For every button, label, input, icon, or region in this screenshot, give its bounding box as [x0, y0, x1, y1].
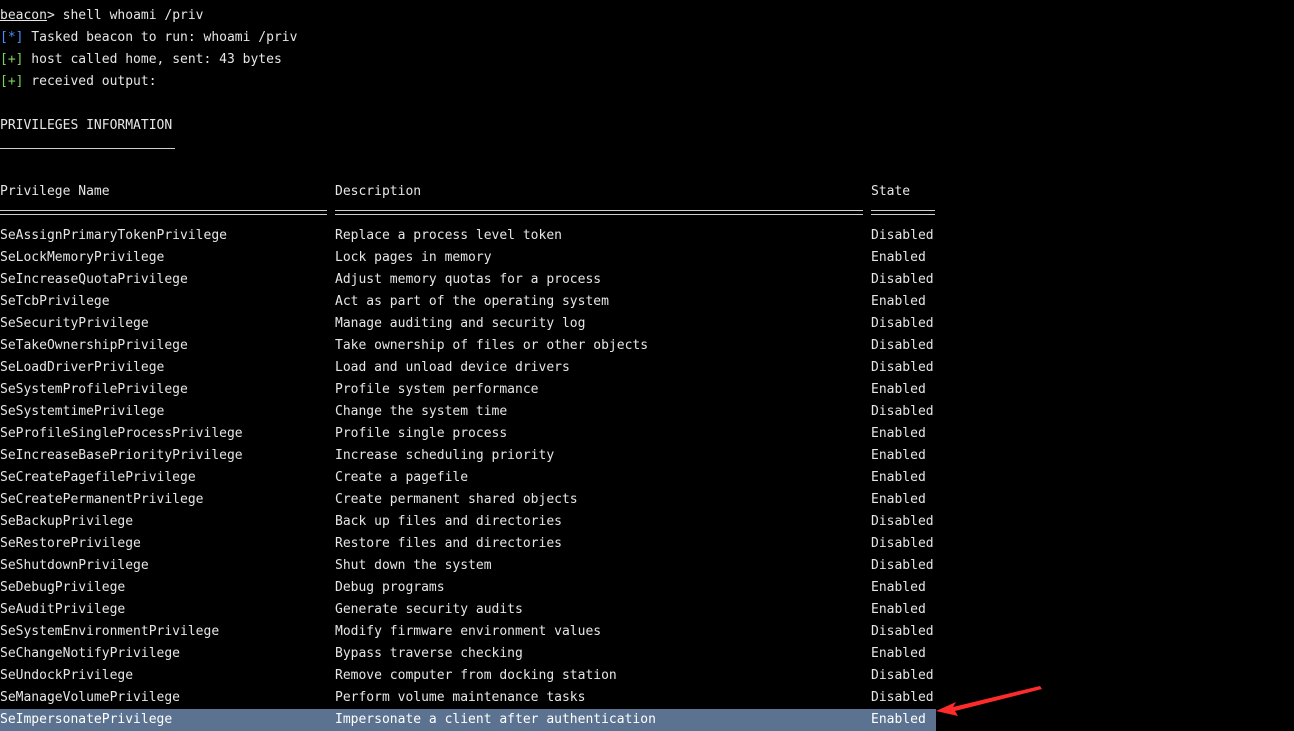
privilege-name: SeDebugPrivilege — [0, 580, 126, 595]
privilege-state: Disabled — [871, 316, 934, 331]
header-state: State — [871, 184, 911, 199]
privilege-description: Increase scheduling priority — [335, 448, 555, 463]
privilege-description: Bypass traverse checking — [335, 646, 523, 661]
header-description: Description — [335, 184, 422, 199]
privilege-state: Enabled — [871, 448, 926, 463]
privilege-name: SeCreatePermanentPrivilege — [0, 492, 204, 507]
privilege-state: Enabled — [871, 602, 926, 617]
privilege-state: Disabled — [871, 536, 934, 551]
output-line-tasked: [*] Tasked beacon to run: whoami /priv — [0, 27, 297, 49]
privilege-name: SeAuditPrivilege — [0, 602, 126, 617]
header-rule-name — [0, 210, 327, 215]
privilege-state: Disabled — [871, 690, 934, 705]
privilege-description: Profile system performance — [335, 382, 539, 397]
prompt-symbol: > — [46, 8, 55, 23]
privilege-state: Disabled — [871, 272, 934, 287]
privilege-state: Disabled — [871, 624, 934, 639]
privilege-name: SeRestorePrivilege — [0, 536, 141, 551]
command-line: beacon> shell whoami /priv — [0, 5, 204, 27]
privilege-description: Profile single process — [335, 426, 508, 441]
privilege-name: SeBackupPrivilege — [0, 514, 134, 529]
privilege-description: Create a pagefile — [335, 470, 469, 485]
privilege-name: SeShutdownPrivilege — [0, 558, 149, 573]
privilege-description: Perform volume maintenance tasks — [335, 690, 586, 705]
privilege-name: SeLoadDriverPrivilege — [0, 360, 165, 375]
privilege-description: Modify firmware environment values — [335, 624, 602, 639]
privilege-state: Disabled — [871, 514, 934, 529]
header-rule-state — [871, 210, 935, 215]
privilege-name: SeIncreaseQuotaPrivilege — [0, 272, 188, 287]
privilege-name: SeChangeNotifyPrivilege — [0, 646, 181, 661]
privilege-description: Back up files and directories — [335, 514, 562, 529]
privilege-state: Disabled — [871, 228, 934, 243]
privilege-name: SeTakeOwnershipPrivilege — [0, 338, 188, 353]
section-title: PRIVILEGES INFORMATION — [0, 118, 173, 133]
privilege-name: SeIncreaseBasePriorityPrivilege — [0, 448, 243, 463]
title-underline — [0, 148, 175, 149]
privilege-description: Restore files and directories — [335, 536, 562, 551]
privilege-state: Disabled — [871, 404, 934, 419]
privilege-state: Enabled — [871, 382, 926, 397]
privilege-state: Enabled — [871, 470, 926, 485]
header-privilege-name: Privilege Name — [0, 184, 110, 199]
privilege-name: SeSystemEnvironmentPrivilege — [0, 624, 220, 639]
privilege-description: Adjust memory quotas for a process — [335, 272, 602, 287]
privilege-description: Create permanent shared objects — [335, 492, 578, 507]
output-line-received: [+] received output: — [0, 71, 157, 93]
ok-tag: [+] — [0, 52, 24, 67]
privilege-name: SeTcbPrivilege — [0, 294, 110, 309]
privilege-state: Disabled — [871, 558, 934, 573]
privilege-name: SeSecurityPrivilege — [0, 316, 149, 331]
privilege-name: SeAssignPrimaryTokenPrivilege — [0, 228, 227, 243]
privilege-state: Enabled — [871, 580, 926, 595]
output-text: host called home, sent: 43 bytes — [23, 52, 282, 67]
privilege-state: Enabled — [871, 250, 926, 265]
privilege-state: Disabled — [871, 668, 934, 683]
privilege-description: Replace a process level token — [335, 228, 562, 243]
privilege-description: Take ownership of files or other objects — [335, 338, 649, 353]
privilege-state: Enabled — [871, 646, 926, 661]
header-rule-description — [335, 210, 863, 215]
output-text: Tasked beacon to run: whoami /priv — [23, 30, 298, 45]
privilege-description: Load and unload device drivers — [335, 360, 570, 375]
info-tag: [*] — [0, 30, 24, 45]
privilege-state: Disabled — [871, 338, 934, 353]
privilege-state: Enabled — [871, 426, 926, 441]
privilege-state: Enabled — [871, 492, 926, 507]
output-text: received output: — [23, 74, 157, 89]
privilege-name: SeManageVolumePrivilege — [0, 690, 181, 705]
privilege-name: SeSystemtimePrivilege — [0, 404, 165, 419]
privilege-state: Disabled — [871, 360, 934, 375]
privilege-description: Lock pages in memory — [335, 250, 492, 265]
privilege-state: Enabled — [871, 294, 926, 309]
privilege-name: SeProfileSingleProcessPrivilege — [0, 426, 243, 441]
privilege-description: Shut down the system — [335, 558, 492, 573]
command-text: shell whoami /priv — [54, 8, 204, 23]
privilege-name: SeLockMemoryPrivilege — [0, 250, 165, 265]
privilege-name: SeUndockPrivilege — [0, 668, 134, 683]
privilege-description: Manage auditing and security log — [335, 316, 586, 331]
privilege-name: SeSystemProfilePrivilege — [0, 382, 188, 397]
privilege-description: Act as part of the operating system — [335, 294, 609, 309]
prompt-host[interactable]: beacon — [0, 8, 47, 23]
privilege-description: Change the system time — [335, 404, 508, 419]
privilege-description: Generate security audits — [335, 602, 523, 617]
ok-tag: [+] — [0, 74, 24, 89]
arrow-left-icon — [936, 686, 1042, 716]
privilege-description: Debug programs — [335, 580, 445, 595]
privilege-name: SeCreatePagefilePrivilege — [0, 470, 196, 485]
output-line-called-home: [+] host called home, sent: 43 bytes — [0, 49, 282, 71]
privilege-description: Remove computer from docking station — [335, 668, 617, 683]
